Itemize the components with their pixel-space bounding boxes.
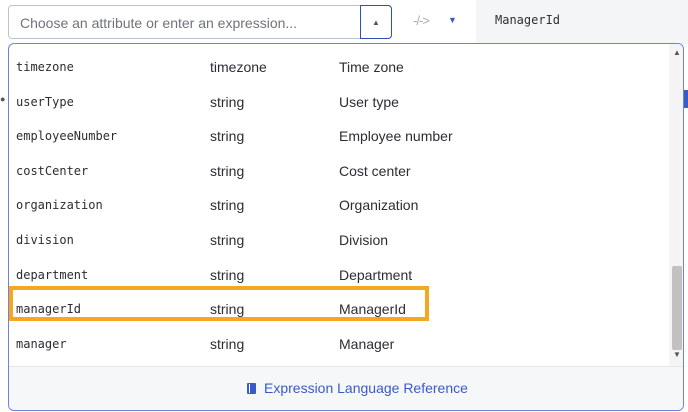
attribute-type: string xyxy=(210,93,245,110)
attribute-label: Employee number xyxy=(339,128,453,145)
attribute-list[interactable]: timezone timezone Time zone userType string U… xyxy=(9,50,669,366)
attribute-name: managerId xyxy=(16,302,82,317)
dropdown-footer: Expression Language Reference xyxy=(9,366,683,410)
list-item[interactable]: managerId string ManagerId xyxy=(9,292,669,327)
attribute-name: division xyxy=(16,233,74,247)
attribute-label: Organization xyxy=(339,197,419,214)
list-item[interactable]: department string Department xyxy=(9,258,669,293)
edge-accent-strip xyxy=(684,90,688,108)
dropdown-toggle-button[interactable]: ▲ xyxy=(360,5,392,39)
target-attribute-panel: ManagerId xyxy=(476,0,688,44)
attribute-type: string xyxy=(210,197,245,214)
list-item[interactable]: costCenter string Cost center xyxy=(9,154,669,189)
chevron-down-icon[interactable]: ▼ xyxy=(448,15,457,25)
attribute-label: Manager xyxy=(339,335,395,352)
scroll-up-icon[interactable]: ▲ xyxy=(673,48,681,57)
attribute-type: string xyxy=(210,128,245,145)
attribute-label: User type xyxy=(339,93,399,110)
list-item[interactable]: userType string User type xyxy=(9,85,669,120)
scrollbar[interactable]: ▲ ▼ xyxy=(669,44,683,366)
attribute-dropdown: timezone timezone Time zone userType string U… xyxy=(8,43,684,411)
list-item[interactable]: employeeNumber string Employee number xyxy=(9,119,669,154)
attribute-type: timezone xyxy=(210,59,267,75)
expression-input-placeholder: Choose an attribute or enter an expressi… xyxy=(20,15,298,31)
attribute-label: Cost center xyxy=(339,162,411,179)
attribute-label: ManagerId xyxy=(339,301,406,318)
attribute-label: Division xyxy=(339,232,389,248)
expression-input[interactable]: Choose an attribute or enter an expressi… xyxy=(8,5,392,39)
list-item[interactable]: division string Division xyxy=(9,223,669,258)
list-item[interactable]: timezone timezone Time zone xyxy=(9,50,669,85)
attribute-type: string xyxy=(210,232,245,248)
scroll-down-icon[interactable]: ▼ xyxy=(673,350,681,359)
target-attribute-name: ManagerId xyxy=(495,13,561,27)
list-item[interactable]: organization string Organization xyxy=(9,188,669,223)
expression-language-reference-link[interactable]: Expression Language Reference xyxy=(247,380,468,396)
attribute-name: employeeNumber xyxy=(16,129,118,144)
attribute-name: costCenter xyxy=(16,163,89,178)
attribute-name: timezone xyxy=(16,60,74,74)
attribute-type: string xyxy=(210,162,245,179)
attribute-name: organization xyxy=(16,198,103,213)
caret-up-icon: ▲ xyxy=(372,17,380,27)
attribute-label: Department xyxy=(339,266,413,283)
book-icon xyxy=(247,382,256,394)
attribute-type: string xyxy=(210,266,245,283)
attribute-type: string xyxy=(210,301,245,318)
attribute-name: userType xyxy=(16,94,74,109)
scroll-thumb[interactable] xyxy=(672,266,682,350)
edge-control-icon: ● xyxy=(0,94,6,104)
footer-link-label: Expression Language Reference xyxy=(264,380,468,396)
list-item[interactable]: manager string Manager xyxy=(9,327,669,362)
attribute-name: department xyxy=(16,267,89,282)
attribute-type: string xyxy=(210,335,245,352)
mapping-arrow-icon[interactable]: -/-> xyxy=(413,13,430,28)
attribute-name: manager xyxy=(16,336,67,351)
attribute-label: Time zone xyxy=(339,59,404,75)
